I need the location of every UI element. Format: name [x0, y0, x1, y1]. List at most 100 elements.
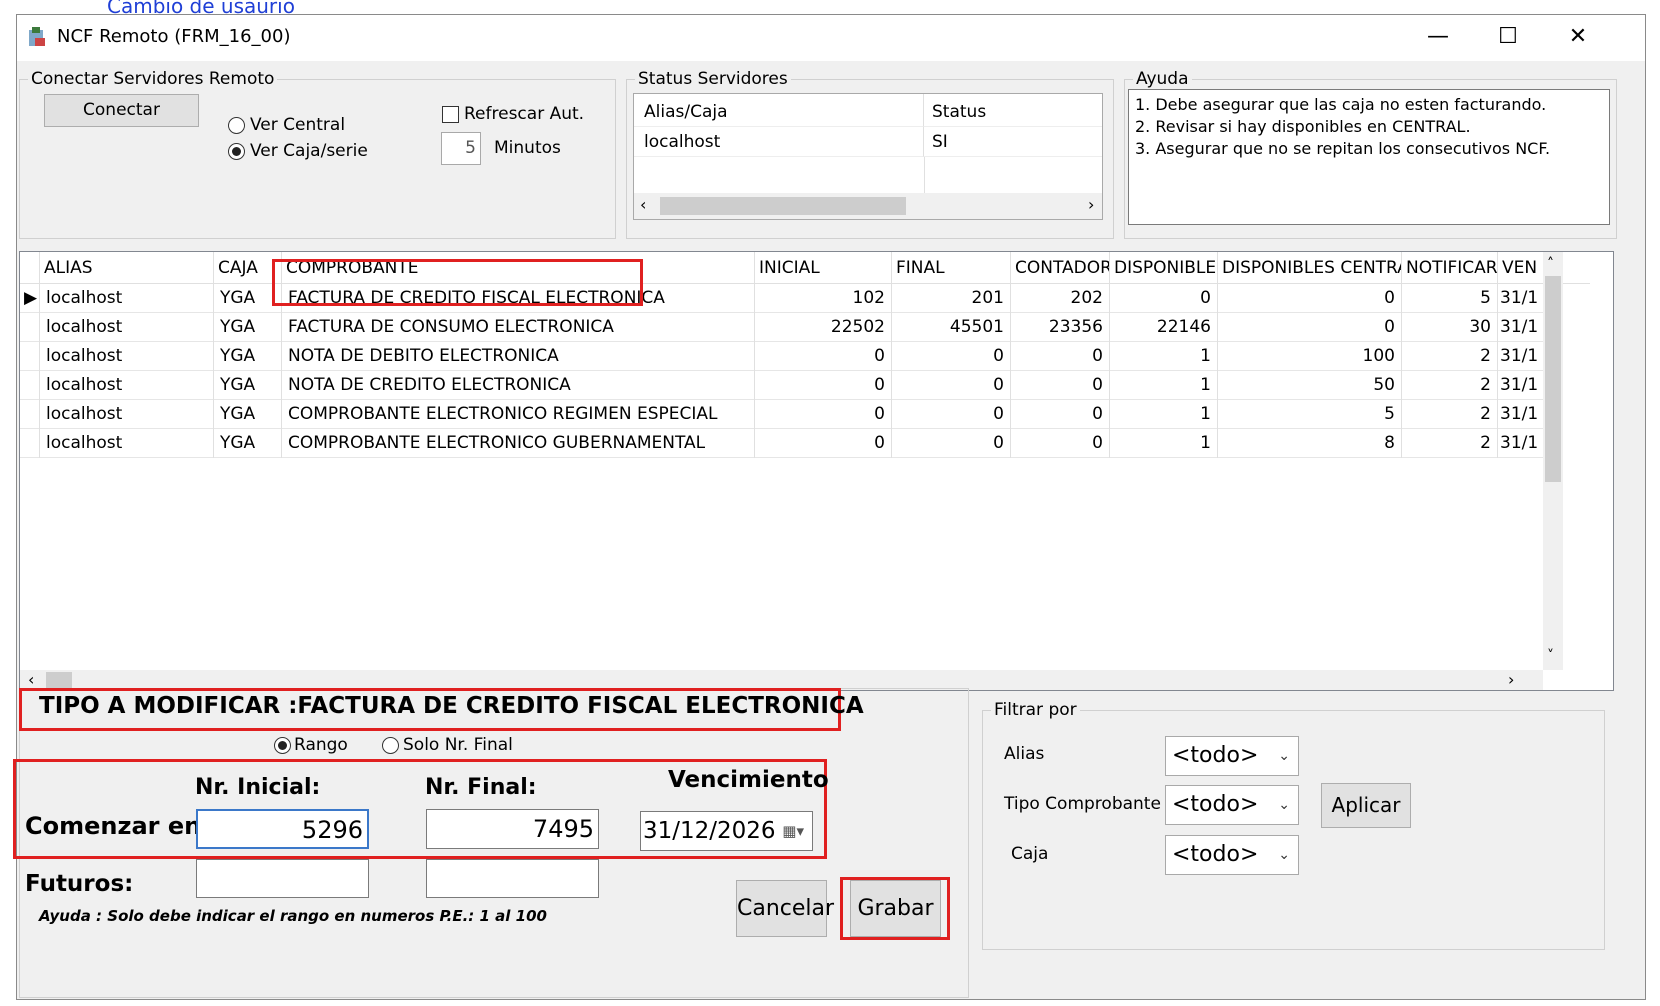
cell-vencimiento[interactable]: 31/1 — [1498, 312, 1543, 342]
maximize-button[interactable]: ☐ — [1473, 15, 1543, 61]
refresh-checkbox[interactable] — [442, 106, 459, 123]
nr-inicial-input[interactable]: 5296 — [196, 809, 369, 849]
table-row[interactable]: localhost YGA NOTA DE CREDITO ELECTRONICA 0… — [20, 370, 1543, 400]
cell-alias[interactable]: localhost — [40, 370, 214, 400]
status-hscrollbar[interactable]: ‹ › — [634, 193, 1102, 219]
status-row-status[interactable]: SI — [924, 127, 1102, 157]
cell-disponibles[interactable]: 0 — [1110, 283, 1218, 313]
cell-inicial[interactable]: 0 — [755, 370, 892, 400]
cell-alias[interactable]: localhost — [40, 399, 214, 429]
connect-button[interactable]: Conectar — [44, 94, 199, 127]
cell-comprobante[interactable]: NOTA DE CREDITO ELECTRONICA — [282, 370, 755, 400]
cell-disponibles-central[interactable]: 100 — [1218, 341, 1402, 371]
status-header-alias[interactable]: Alias/Caja — [634, 94, 924, 127]
cell-inicial[interactable]: 0 — [755, 399, 892, 429]
apply-button[interactable]: Aplicar — [1321, 783, 1411, 828]
table-row[interactable]: localhost YGA NOTA DE DEBITO ELECTRONICA 0 0… — [20, 341, 1543, 371]
scroll-right-icon[interactable]: › — [1088, 195, 1094, 214]
table-row[interactable]: ▶ localhost YGA FACTURA DE CREDITO FISCAL E… — [20, 283, 1543, 313]
cell-comprobante[interactable]: COMPROBANTE ELECTRONICO GUBERNAMENTAL — [282, 428, 755, 458]
hscroll-left-icon[interactable]: ‹ — [28, 670, 34, 689]
filter-caja-select[interactable]: <todo> ⌄ — [1165, 835, 1299, 875]
col-header-contador[interactable]: CONTADOR — [1011, 252, 1110, 283]
help-text-box[interactable]: 1. Debe asegurar que las caja no esten f… — [1128, 89, 1610, 225]
status-header-status[interactable]: Status — [924, 94, 1102, 127]
cell-disponibles[interactable]: 1 — [1110, 399, 1218, 429]
filter-tipo-select[interactable]: <todo> ⌄ — [1165, 785, 1299, 825]
scroll-thumb[interactable] — [660, 197, 906, 215]
cell-contador[interactable]: 0 — [1011, 370, 1110, 400]
radio-ver-caja[interactable] — [228, 143, 245, 160]
cell-disponibles[interactable]: 1 — [1110, 370, 1218, 400]
status-row-alias[interactable]: localhost — [634, 127, 924, 157]
cell-vencimiento[interactable]: 31/1 — [1498, 283, 1543, 313]
cell-inicial[interactable]: 0 — [755, 341, 892, 371]
cell-contador[interactable]: 0 — [1011, 428, 1110, 458]
minimize-button[interactable]: — — [1403, 15, 1473, 61]
cell-vencimiento[interactable]: 31/1 — [1498, 428, 1543, 458]
vencimiento-date-picker[interactable]: 31/12/2026 ▦▾ — [640, 811, 813, 851]
col-header-disponibles-central[interactable]: DISPONIBLES CENTRAL — [1218, 252, 1402, 283]
hscroll-right-icon[interactable]: › — [1508, 670, 1514, 689]
cell-alias[interactable]: localhost — [40, 428, 214, 458]
cell-contador[interactable]: 0 — [1011, 399, 1110, 429]
cell-inicial[interactable]: 102 — [755, 283, 892, 313]
cell-disponibles-central[interactable]: 0 — [1218, 312, 1402, 342]
cell-notificar[interactable]: 2 — [1402, 428, 1498, 458]
table-row[interactable]: localhost YGA FACTURA DE CONSUMO ELECTRONI… — [20, 312, 1543, 342]
chevron-down-icon[interactable]: ⌄ — [1278, 786, 1290, 824]
cell-alias[interactable]: localhost — [40, 283, 214, 313]
cell-disponibles-central[interactable]: 50 — [1218, 370, 1402, 400]
cell-final[interactable]: 201 — [892, 283, 1011, 313]
col-header-inicial[interactable]: INICIAL — [755, 252, 892, 283]
cell-disponibles[interactable]: 1 — [1110, 341, 1218, 371]
cell-alias[interactable]: localhost — [40, 312, 214, 342]
col-header-disponibles[interactable]: DISPONIBLES — [1110, 252, 1218, 283]
cell-inicial[interactable]: 22502 — [755, 312, 892, 342]
cell-notificar[interactable]: 2 — [1402, 341, 1498, 371]
cell-notificar[interactable]: 2 — [1402, 370, 1498, 400]
col-header-alias[interactable]: ALIAS — [40, 252, 214, 283]
hscroll-thumb[interactable] — [46, 672, 72, 688]
cell-inicial[interactable]: 0 — [755, 428, 892, 458]
cell-final[interactable]: 0 — [892, 428, 1011, 458]
filter-alias-select[interactable]: <todo> ⌄ — [1165, 736, 1299, 776]
cell-comprobante[interactable]: NOTA DE DEBITO ELECTRONICA — [282, 341, 755, 371]
radio-rango[interactable] — [274, 737, 291, 754]
cell-notificar[interactable]: 2 — [1402, 399, 1498, 429]
cell-contador[interactable]: 202 — [1011, 283, 1110, 313]
vscroll-thumb[interactable] — [1545, 276, 1561, 482]
chevron-down-icon[interactable]: ⌄ — [1278, 836, 1290, 874]
cell-caja[interactable]: YGA — [214, 428, 282, 458]
col-header-vencimiento[interactable]: VEN — [1498, 252, 1543, 283]
cell-disponibles-central[interactable]: 8 — [1218, 428, 1402, 458]
grid-hscrollbar[interactable]: ‹ › — [20, 670, 1543, 690]
cell-caja[interactable]: YGA — [214, 370, 282, 400]
minutes-input[interactable]: 5 — [441, 132, 481, 165]
cell-caja[interactable]: YGA — [214, 312, 282, 342]
cell-notificar[interactable]: 30 — [1402, 312, 1498, 342]
cell-disponibles-central[interactable]: 0 — [1218, 283, 1402, 313]
scroll-up-icon[interactable]: ˄ — [1547, 256, 1554, 272]
cell-caja[interactable]: YGA — [214, 341, 282, 371]
grid-vscrollbar[interactable]: ˄ ˅ — [1543, 252, 1563, 670]
scroll-down-icon[interactable]: ˅ — [1547, 648, 1554, 664]
futuros-inicial-input[interactable] — [196, 859, 369, 898]
cell-notificar[interactable]: 5 — [1402, 283, 1498, 313]
chevron-down-icon[interactable]: ⌄ — [1278, 737, 1290, 775]
table-row[interactable]: localhost YGA COMPROBANTE ELECTRONICO REGI… — [20, 399, 1543, 429]
cancel-button[interactable]: Cancelar — [736, 880, 834, 937]
col-header-final[interactable]: FINAL — [892, 252, 1011, 283]
radio-ver-central[interactable] — [228, 117, 245, 134]
cell-alias[interactable]: localhost — [40, 341, 214, 371]
col-header-notificar[interactable]: NOTIFICAR — [1402, 252, 1498, 283]
scroll-left-icon[interactable]: ‹ — [640, 195, 646, 214]
cell-final[interactable]: 0 — [892, 370, 1011, 400]
cell-contador[interactable]: 0 — [1011, 341, 1110, 371]
cell-caja[interactable]: YGA — [214, 399, 282, 429]
cell-final[interactable]: 0 — [892, 341, 1011, 371]
cell-final[interactable]: 0 — [892, 399, 1011, 429]
cell-disponibles[interactable]: 1 — [1110, 428, 1218, 458]
cell-comprobante[interactable]: FACTURA DE CONSUMO ELECTRONICA — [282, 312, 755, 342]
cell-final[interactable]: 45501 — [892, 312, 1011, 342]
